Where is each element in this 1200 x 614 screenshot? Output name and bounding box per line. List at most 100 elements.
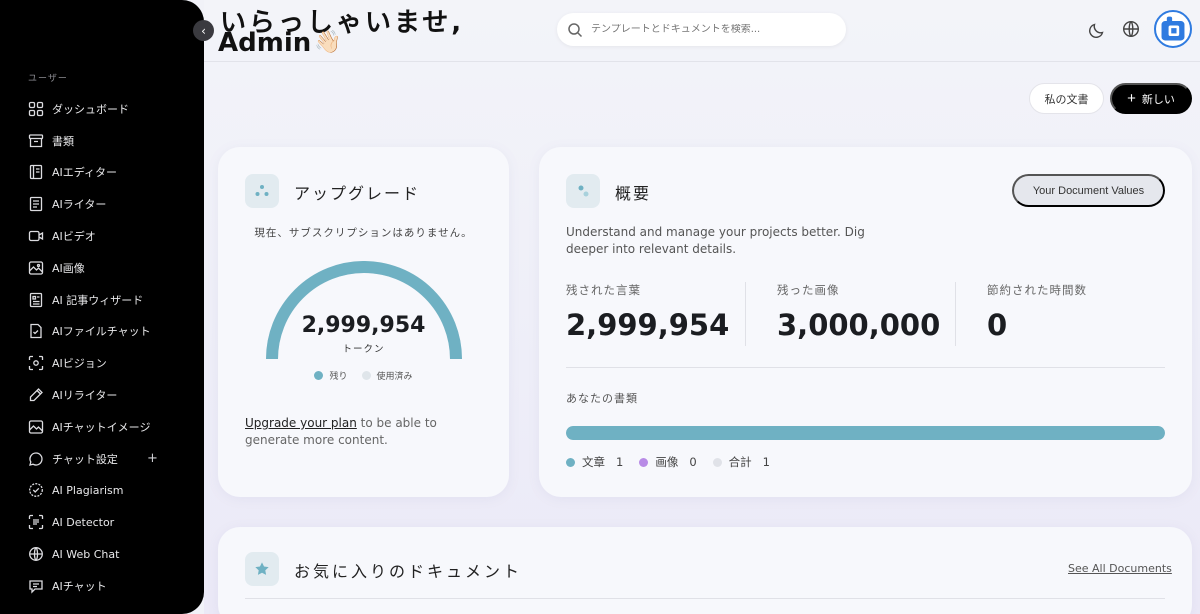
sidebar-menu: ダッシュボード 書類 AIエディター AIライター AIビデオ AI画像 AI … (0, 93, 204, 602)
new-button[interactable]: + 新しい (1110, 83, 1192, 114)
your-documents-label: あなたの書類 (566, 392, 638, 405)
sidebar-item-label: AI 記事ウィザード (52, 293, 144, 307)
documents-progress-fill (566, 426, 1165, 440)
upgrade-icon (245, 174, 279, 208)
sidebar-item-ai-vision[interactable]: AIビジョン (0, 347, 204, 379)
grid-icon (28, 101, 44, 117)
tokens-unit: トークン (342, 344, 385, 355)
stat-hours-saved: 節約された時間数 0 (987, 282, 1167, 342)
document-icon (28, 196, 44, 212)
sidebar-item-ai-video[interactable]: AIビデオ (0, 220, 204, 252)
sidebar-item-label: AIリライター (52, 389, 118, 403)
overview-icon (566, 174, 600, 208)
archive-icon (28, 133, 44, 149)
divider (745, 282, 746, 346)
sidebar-item-chat-settings[interactable]: チャット設定 + (0, 443, 204, 475)
sidebar-item-plagiarism[interactable]: AI Plagiarism (0, 475, 204, 507)
scan-eye-icon (28, 355, 44, 371)
search-icon (568, 22, 583, 37)
stat-label: 残された言葉 (566, 283, 641, 297)
stat-images-left: 残った画像 3,000,000 (777, 282, 957, 342)
video-icon (28, 228, 44, 244)
language-globe-icon[interactable] (1122, 20, 1140, 38)
sidebar-item-ai-editor[interactable]: AIエディター (0, 157, 204, 189)
search-bar[interactable] (557, 13, 846, 46)
article-icon (28, 292, 44, 308)
wave-emoji: 👋🏻 (314, 30, 342, 55)
sidebar-item-ai-image[interactable]: AI画像 (0, 252, 204, 284)
document-values-button[interactable]: Your Document Values (1012, 174, 1165, 207)
search-input[interactable] (591, 24, 821, 35)
sidebar-item-ai-writer[interactable]: AIライター (0, 188, 204, 220)
detector-icon (28, 514, 44, 530)
sidebar-item-chat-image[interactable]: AIチャットイメージ (0, 411, 204, 443)
stat-words-left: 残された言葉 2,999,954 (566, 282, 746, 342)
plus-icon: + (1127, 89, 1136, 107)
sidebar-item-label: AI画像 (52, 261, 85, 275)
sidebar-item-article-wizard[interactable]: AI 記事ウィザード (0, 284, 204, 316)
stat-value: 0 (987, 308, 1008, 342)
favorite-documents-card: お気に入りのドキュメント See All Documents (218, 527, 1192, 614)
sidebar-item-web-chat[interactable]: AI Web Chat (0, 538, 204, 570)
my-documents-button[interactable]: 私の文書 (1029, 83, 1104, 114)
chevron-left-icon: ‹ (201, 23, 206, 38)
new-button-label: 新しい (1141, 93, 1175, 106)
favorites-title: お気に入りのドキュメント (294, 562, 523, 581)
add-chat-settings-button[interactable]: + (147, 451, 158, 466)
collapse-sidebar-button[interactable]: ‹ (193, 20, 214, 41)
sidebar-item-label: AIライター (52, 198, 107, 212)
overview-card: 概要 Your Document Values Understand and m… (539, 147, 1192, 497)
book-icon (28, 164, 44, 180)
overview-description: Understand and manage your projects bett… (566, 225, 865, 256)
upgrade-card: アップグレード 現在、サブスクリプションはありません。 2,999,954 トー… (218, 147, 509, 497)
legend-image: 画像 0 (639, 454, 697, 470)
stat-value: 2,999,954 (566, 308, 730, 342)
documents-legend: 文章 1 画像 0 合計 1 (566, 454, 770, 470)
sidebar-item-documents[interactable]: 書類 (0, 125, 204, 157)
documents-progress-bar (566, 426, 1165, 440)
tokens-remaining-value: 2,999,954 (301, 313, 426, 338)
divider (566, 367, 1165, 368)
globe-icon (28, 546, 44, 562)
stat-label: 節約された時間数 (987, 283, 1087, 297)
upgrade-text: Upgrade your plan to be able to generate… (245, 415, 485, 449)
greeting-user-name: Admin (218, 28, 312, 58)
user-avatar[interactable] (1154, 10, 1192, 48)
sidebar-item-label: チャット設定 (52, 452, 118, 466)
sidebar-item-label: AI Plagiarism (52, 483, 124, 497)
sidebar-item-ai-rewriter[interactable]: AIリライター (0, 379, 204, 411)
chat-bubble-icon (28, 451, 44, 467)
upgrade-plan-link[interactable]: Upgrade your plan (245, 416, 357, 430)
chat-icon (28, 578, 44, 594)
subscription-status: 現在、サブスクリプションはありません。 (254, 227, 473, 239)
sidebar-item-ai-chat[interactable]: AIチャット (0, 570, 204, 602)
legend-used: 使用済み (361, 369, 413, 382)
gauge-legend: 残り 使用済み (218, 369, 509, 382)
divider (955, 282, 956, 346)
stat-label: 残った画像 (777, 283, 840, 297)
file-chat-icon (28, 323, 44, 339)
sidebar-item-label: AIビデオ (52, 230, 96, 244)
image-icon (28, 260, 44, 276)
sidebar-item-label: AIビジョン (52, 357, 107, 371)
see-all-documents-link[interactable]: See All Documents (1068, 562, 1172, 575)
divider (245, 598, 1165, 599)
main-content: いらっしゃいませ, Admin 👋🏻 私の文書 + 新しい アップグレード 現在… (204, 0, 1200, 614)
stat-value: 3,000,000 (777, 308, 941, 342)
sidebar-item-label: AI Web Chat (52, 547, 120, 561)
overview-title: 概要 (615, 184, 652, 203)
sidebar-item-label: 書類 (52, 134, 74, 148)
sidebar-item-label: AIチャット (52, 579, 107, 593)
check-badge-icon (28, 482, 44, 498)
sidebar: ユーザー ダッシュボード 書類 AIエディター AIライター AIビデオ AI画… (0, 0, 204, 614)
sidebar-item-label: ダッシュボード (52, 102, 129, 116)
sidebar-item-detector[interactable]: AI Detector (0, 506, 204, 538)
sidebar-item-file-chat[interactable]: AIファイルチャット (0, 316, 204, 348)
top-bar: いらっしゃいませ, Admin 👋🏻 (204, 0, 1200, 62)
sidebar-item-dashboard[interactable]: ダッシュボード (0, 93, 204, 125)
upgrade-title: アップグレード (294, 184, 421, 203)
sidebar-item-label: AIエディター (52, 166, 117, 180)
moon-icon[interactable] (1088, 21, 1106, 39)
legend-remaining: 残り (314, 369, 348, 382)
sidebar-item-label: AIチャットイメージ (52, 420, 151, 434)
